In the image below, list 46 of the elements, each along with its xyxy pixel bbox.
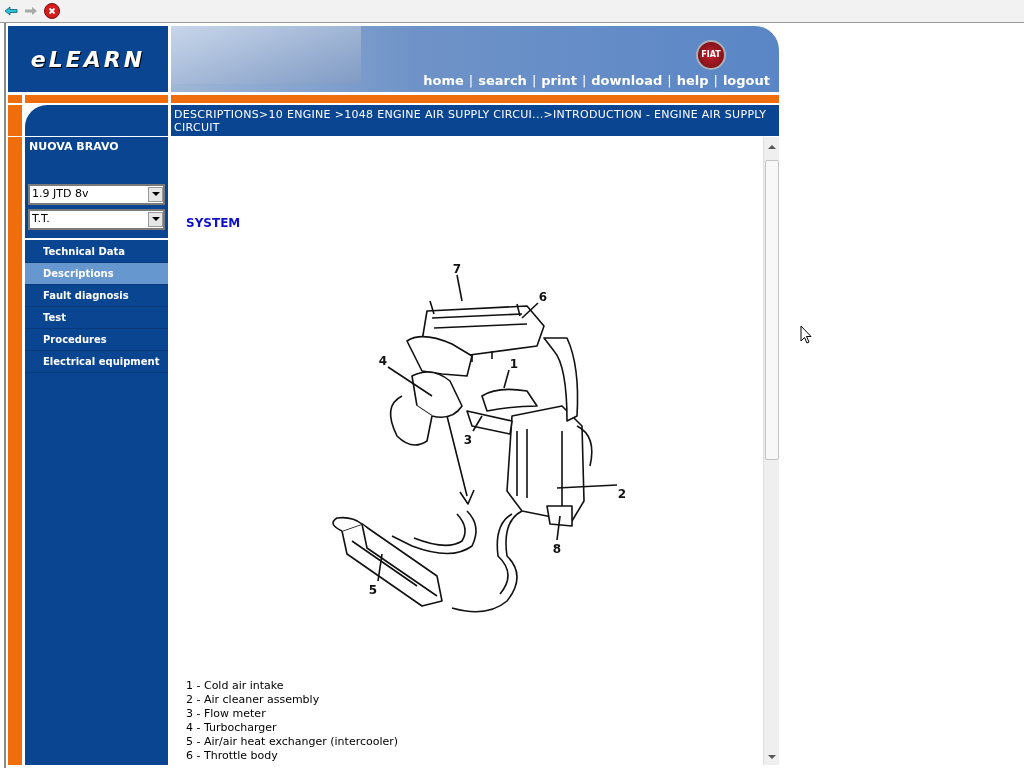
leader-line bbox=[503, 369, 510, 389]
section-heading: SYSTEM bbox=[186, 215, 242, 232]
callout-number: 3 bbox=[463, 433, 473, 447]
nav-link[interactable]: help bbox=[676, 70, 709, 90]
leader-line bbox=[556, 515, 561, 541]
leader-line bbox=[556, 484, 618, 489]
dropdown-arrow-icon bbox=[151, 217, 160, 221]
nav-link[interactable]: logout bbox=[722, 70, 770, 90]
callout-number: 7 bbox=[452, 262, 462, 276]
legend-item: 5 - Air/air heat exchanger (intercooler) bbox=[186, 735, 400, 749]
legend-item: 4 - Turbocharger bbox=[186, 721, 278, 735]
legend-item: 2 - Air cleaner assembly bbox=[186, 693, 321, 707]
callout-number: 5 bbox=[368, 583, 378, 597]
nav-separator: | bbox=[713, 71, 718, 90]
leader-line bbox=[521, 302, 539, 319]
nav-separator: | bbox=[531, 71, 537, 90]
close-icon[interactable] bbox=[44, 3, 60, 19]
accent-stripe bbox=[8, 95, 22, 103]
scroll-up-icon[interactable] bbox=[767, 145, 776, 149]
leader-line bbox=[456, 274, 463, 302]
callout-number: 2 bbox=[617, 487, 627, 501]
nav-separator: | bbox=[667, 71, 672, 90]
nav-separator: | bbox=[468, 71, 474, 90]
dropdown[interactable]: 1.9 JTD 8v bbox=[28, 183, 165, 205]
scroll-down-icon[interactable] bbox=[767, 755, 776, 759]
legend-item: 6 - Throttle body bbox=[186, 749, 279, 763]
back-arrow-icon[interactable] bbox=[4, 6, 18, 16]
callout-number: 1 bbox=[509, 357, 519, 371]
elearn-logo: eLEARN bbox=[30, 45, 146, 74]
nav-separator: | bbox=[581, 71, 587, 90]
callout-number: 6 bbox=[538, 290, 548, 304]
legend-item: 1 - Cold air intake bbox=[186, 679, 285, 693]
brand-badge: FIAT bbox=[696, 39, 726, 70]
mouse-cursor-icon bbox=[800, 325, 812, 344]
leader-line bbox=[377, 553, 383, 582]
callout-number: 4 bbox=[378, 354, 388, 368]
legend-item: 3 - Flow meter bbox=[186, 707, 267, 721]
breadcrumb: DESCRIPTIONS>10 ENGINE >1048 ENGINE AIR SUPPLY CIRCUI...>INTRODUCTION - ENGINE AIR SUPPLY CIRCUIT bbox=[174, 108, 768, 134]
leader-line bbox=[387, 366, 433, 397]
dropdown[interactable]: T.T. bbox=[28, 208, 165, 230]
callout-number: 8 bbox=[552, 542, 562, 556]
dropdown-arrow-icon bbox=[151, 192, 160, 196]
scroll-thumb[interactable] bbox=[764, 160, 779, 460]
model-title: NUOVA BRAVO bbox=[28, 139, 120, 155]
leader-line bbox=[472, 415, 483, 432]
scrollbar[interactable] bbox=[763, 137, 779, 765]
